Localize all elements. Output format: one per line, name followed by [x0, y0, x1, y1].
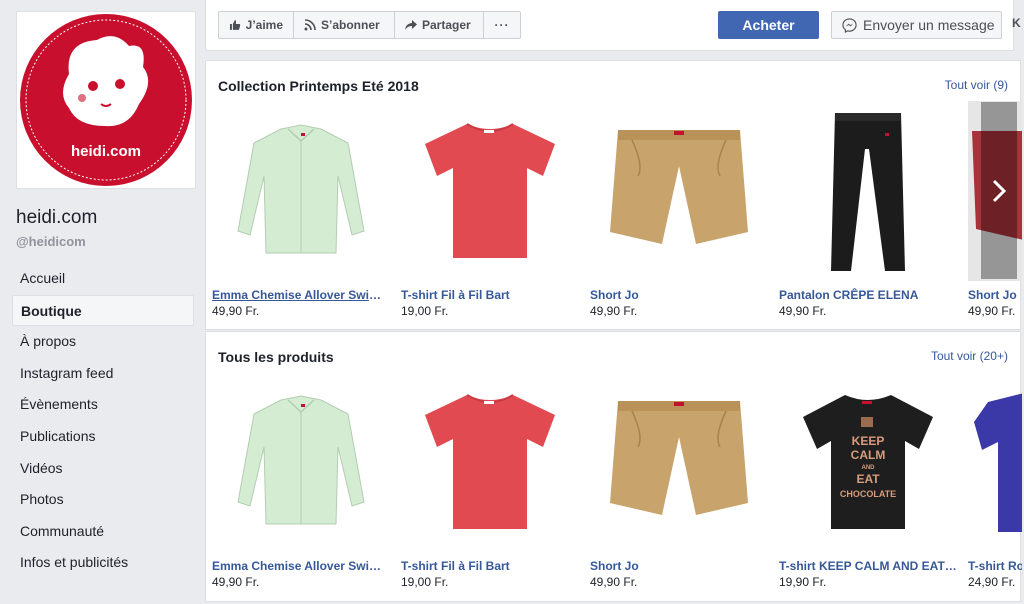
share-button[interactable]: Partager [394, 11, 484, 39]
collection-title: Collection Printemps Eté 2018 [218, 78, 419, 94]
share-arrow-icon [405, 20, 417, 30]
product-price: 49,90 Fr. [212, 575, 260, 589]
shirt-image [237, 124, 365, 254]
all-products-row: Emma Chemise Allover Swimmers 49,90 Fr. … [212, 372, 1022, 597]
product-price: 49,90 Fr. [212, 304, 260, 318]
page-nav: Accueil Boutique À propos Instagram feed… [12, 263, 194, 579]
product-price: 24,90 Fr. [968, 575, 1016, 589]
product-card[interactable]: T-shirt Fil à Fil Bart 19,00 Fr. [401, 372, 579, 589]
shorts-image [610, 130, 748, 244]
collection-see-all-link[interactable]: Tout voir (9) [945, 78, 1008, 92]
print-line: CHOCOLATE [840, 489, 896, 499]
product-price: 19,00 Fr. [401, 304, 449, 318]
product-name[interactable]: Short Jo [968, 288, 1022, 302]
nav-item-boutique[interactable]: Boutique [12, 294, 194, 327]
product-image[interactable] [590, 372, 768, 552]
like-button[interactable]: J’aime [218, 11, 294, 39]
chevron-right-icon [992, 179, 1007, 202]
nav-item-photos[interactable]: Photos [12, 484, 194, 516]
collection-product-row: Emma Chemise Allover Swimmers 49,90 Fr. … [212, 101, 1022, 326]
nav-item-communaute[interactable]: Communauté [12, 516, 194, 548]
product-image[interactable] [212, 101, 390, 281]
nav-item-publications[interactable]: Publications [12, 421, 194, 453]
product-price: 49,90 Fr. [968, 304, 1016, 318]
thumbs-up-icon [229, 20, 241, 30]
product-image[interactable] [401, 101, 579, 281]
more-dots-icon: ··· [494, 18, 510, 32]
print-line: EAT [856, 472, 880, 486]
product-image[interactable] [212, 372, 390, 552]
send-message-button[interactable]: Envoyer un message [831, 11, 1002, 39]
page-action-bar: J’aime S’abonner Partager ··· Acheter En… [205, 0, 1014, 51]
rss-icon [304, 19, 316, 31]
product-card[interactable]: Short Jo 49,90 Fr. [590, 372, 768, 589]
all-products-title: Tous les produits [218, 349, 334, 365]
logo-text: heidi.com [71, 143, 141, 160]
nav-item-instagram-feed[interactable]: Instagram feed [12, 358, 194, 390]
nav-item-accueil[interactable]: Accueil [12, 263, 194, 295]
nav-item-a-propos[interactable]: À propos [12, 326, 194, 358]
messenger-icon [842, 17, 857, 33]
product-image[interactable] [401, 372, 579, 552]
product-card[interactable]: Short Jo 49,90 Fr. [590, 101, 768, 318]
left-column: heidi.com heidi.com @heidicom Accueil Bo… [0, 0, 205, 604]
product-name[interactable]: T-shirt Fil à Fil Bart [401, 288, 579, 302]
product-card[interactable]: T-shirt Fil à Fil Bart 19,00 Fr. [401, 101, 579, 318]
product-price: 19,00 Fr. [401, 575, 449, 589]
like-label: J’aime [245, 18, 283, 32]
page-handle[interactable]: @heidicom [16, 234, 86, 249]
product-image[interactable] [779, 101, 957, 281]
product-name[interactable]: T-shirt Rob [968, 559, 1022, 573]
follow-label: S’abonner [321, 18, 380, 32]
product-image[interactable] [968, 372, 1022, 552]
all-products-section: Tous les produits Tout voir (20+) Emma C… [205, 331, 1022, 602]
heidi-logo: heidi.com [20, 14, 192, 186]
product-name[interactable]: Pantalon CRÊPE ELENA [779, 288, 957, 302]
all-products-see-all-link[interactable]: Tout voir (20+) [931, 349, 1008, 363]
product-card[interactable]: KEEP CALM AND EAT CHOCOLATE T-shirt KEEP… [779, 372, 957, 589]
pants-image [831, 112, 905, 271]
product-image[interactable]: KEEP CALM AND EAT CHOCOLATE [779, 372, 957, 552]
product-card[interactable]: Emma Chemise Allover Swimmers 49,90 Fr. [212, 372, 390, 589]
product-name[interactable]: Emma Chemise Allover Swimmers [212, 288, 390, 302]
shorts-image [610, 401, 748, 515]
tshirt-image [425, 394, 555, 529]
cut-off-text: K [1012, 16, 1021, 30]
profile-picture[interactable]: heidi.com [16, 11, 196, 189]
product-name[interactable]: T-shirt KEEP CALM AND EAT CHOCOLATE [779, 559, 957, 573]
product-card[interactable]: T-shirt Rob 24,90 Fr. [968, 372, 1022, 589]
product-price: 49,90 Fr. [779, 304, 827, 318]
print-line: AND [862, 465, 876, 471]
product-card[interactable]: Emma Chemise Allover Swimmers 49,90 Fr. [212, 101, 390, 318]
more-options-button[interactable]: ··· [483, 11, 521, 39]
product-name[interactable]: T-shirt Fil à Fil Bart [401, 559, 579, 573]
follow-button[interactable]: S’abonner [293, 11, 395, 39]
product-card[interactable]: Pantalon CRÊPE ELENA 49,90 Fr. [779, 101, 957, 318]
keep-calm-tshirt-image: KEEP CALM AND EAT CHOCOLATE [803, 395, 933, 529]
product-price: 49,90 Fr. [590, 575, 638, 589]
buy-button[interactable]: Acheter [718, 11, 819, 39]
send-message-label: Envoyer un message [863, 17, 995, 33]
print-line: CALM [851, 448, 886, 462]
collection-section: Collection Printemps Eté 2018 Tout voir … [205, 60, 1022, 330]
carousel-next-button[interactable] [981, 102, 1017, 279]
nav-item-videos[interactable]: Vidéos [12, 453, 194, 485]
nav-item-infos-publicites[interactable]: Infos et publicités [12, 547, 194, 579]
shirt-image [237, 395, 365, 525]
tshirt-image [425, 123, 555, 258]
tshirt-blue-image [974, 393, 1022, 532]
product-price: 19,90 Fr. [779, 575, 827, 589]
product-name[interactable]: Short Jo [590, 559, 768, 573]
product-name[interactable]: Short Jo [590, 288, 768, 302]
product-image[interactable] [590, 101, 768, 281]
page-name[interactable]: heidi.com [16, 207, 97, 229]
nav-item-evenements[interactable]: Évènements [12, 389, 194, 421]
print-line: KEEP [852, 434, 885, 448]
product-price: 49,90 Fr. [590, 304, 638, 318]
share-label: Partager [422, 18, 471, 32]
product-name[interactable]: Emma Chemise Allover Swimmers [212, 559, 390, 573]
